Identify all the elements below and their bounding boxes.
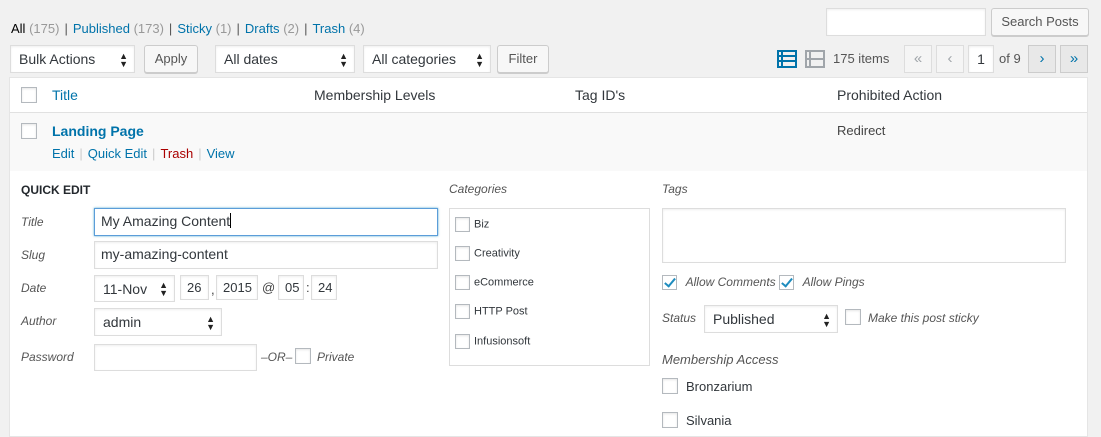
items-count: 175 items (833, 51, 890, 66)
allow-comments-checkbox[interactable] (662, 275, 677, 291)
allow-pings-checkbox[interactable] (779, 275, 794, 291)
membership-checkbox[interactable] (662, 378, 678, 394)
private-label: Private (317, 350, 355, 364)
title-input[interactable]: My Amazing Content (94, 208, 438, 236)
posts-table: Title Membership Levels Tag ID's Prohibi… (9, 77, 1088, 437)
sticky-checkbox[interactable] (845, 309, 861, 325)
excerpt-view-icon[interactable] (805, 50, 825, 68)
date-comma: , (211, 282, 215, 297)
filter-all[interactable]: All (175) (11, 21, 59, 36)
post-title-link[interactable]: Landing Page (52, 123, 144, 139)
total-pages: of 9 (999, 51, 1021, 66)
list-view-icon[interactable] (777, 50, 797, 68)
search-input[interactable] (826, 8, 986, 36)
prev-page-button: ‹ (936, 45, 964, 73)
date-colon: : (306, 280, 310, 295)
search-posts-button[interactable]: Search Posts (991, 8, 1089, 36)
allow-comments[interactable]: Allow Comments (662, 274, 776, 291)
current-page-input[interactable]: 1 (968, 45, 994, 73)
row-actions: Edit | Quick Edit | Trash | View (52, 146, 235, 161)
category-item[interactable]: eCommerce (455, 275, 534, 290)
trash-link[interactable]: Trash (160, 146, 193, 161)
column-tag-ids: Tag ID's (575, 87, 626, 103)
first-page-button: « (904, 45, 932, 73)
column-membership-levels: Membership Levels (314, 87, 436, 103)
slug-label: Slug (21, 248, 46, 262)
quick-edit-link[interactable]: Quick Edit (88, 146, 147, 161)
category-item[interactable]: Biz (455, 217, 489, 232)
membership-access-label: Membership Access (662, 352, 779, 367)
year-input[interactable]: 2015 (216, 275, 258, 300)
month-select[interactable]: 11-Nov ▲ ▼ (94, 275, 175, 302)
filter-sticky[interactable]: Sticky (1) (177, 21, 231, 36)
last-page-button[interactable]: » (1060, 45, 1088, 73)
quick-edit-heading: QUICK EDIT (21, 183, 91, 197)
filter-drafts[interactable]: Drafts (2) (245, 21, 299, 36)
view-link[interactable]: View (207, 146, 235, 161)
bulk-actions-select[interactable]: Bulk Actions ▲ ▼ (10, 45, 135, 73)
table-header: Title Membership Levels Tag ID's Prohibi… (10, 78, 1087, 113)
minute-input[interactable]: 24 (311, 275, 337, 300)
membership-level-label: Bronzarium (686, 379, 753, 394)
column-prohibited-action: Prohibited Action (837, 87, 943, 103)
row-checkbox[interactable] (21, 123, 37, 139)
categories-select[interactable]: All categories ▲ ▼ (363, 45, 491, 73)
slug-input[interactable]: my-amazing-content (94, 241, 438, 269)
tags-textarea[interactable] (662, 208, 1066, 263)
filter-trash[interactable]: Trash (4) (312, 21, 364, 36)
sticky-label: Make this post sticky (868, 311, 979, 325)
table-row: Landing Page Redirect (10, 113, 1087, 171)
hour-input[interactable]: 05 (278, 275, 304, 300)
private-checkbox[interactable] (295, 348, 311, 364)
next-page-button[interactable]: › (1028, 45, 1056, 73)
status-filter-links: All (175) | Published (173) | Sticky (1) | Dra… (11, 21, 365, 36)
edit-link[interactable]: Edit (52, 146, 74, 161)
author-label: Author (21, 314, 57, 328)
allow-pings[interactable]: Allow Pings (779, 274, 865, 291)
apply-button[interactable]: Apply (144, 45, 198, 73)
status-label: Status (662, 311, 697, 325)
date-label: Date (21, 281, 47, 295)
password-input[interactable] (94, 344, 257, 371)
category-item[interactable]: HTTP Post (455, 304, 528, 319)
categories-label: Categories (449, 182, 508, 196)
or-separator: –OR– (261, 350, 293, 364)
dates-select[interactable]: All dates ▲ ▼ (215, 45, 355, 73)
day-input[interactable]: 26 (180, 275, 209, 300)
filter-button[interactable]: Filter (497, 45, 549, 73)
title-label: Title (21, 215, 44, 229)
category-item[interactable]: Creativity (455, 246, 520, 261)
membership-checkbox[interactable] (662, 412, 678, 428)
status-select[interactable]: Published ▲ ▼ (704, 305, 838, 333)
prohibited-action-value: Redirect (837, 123, 886, 138)
password-label: Password (21, 350, 74, 364)
membership-level-label: Silvania (686, 413, 732, 428)
date-at: @ (262, 280, 276, 295)
author-select[interactable]: admin ▲ ▼ (94, 308, 222, 336)
filter-published[interactable]: Published (173) (73, 21, 164, 36)
category-item[interactable]: Infusionsoft (455, 334, 530, 349)
tags-label: Tags (662, 182, 688, 196)
column-title[interactable]: Title (52, 87, 78, 103)
select-all-checkbox[interactable] (21, 87, 37, 103)
